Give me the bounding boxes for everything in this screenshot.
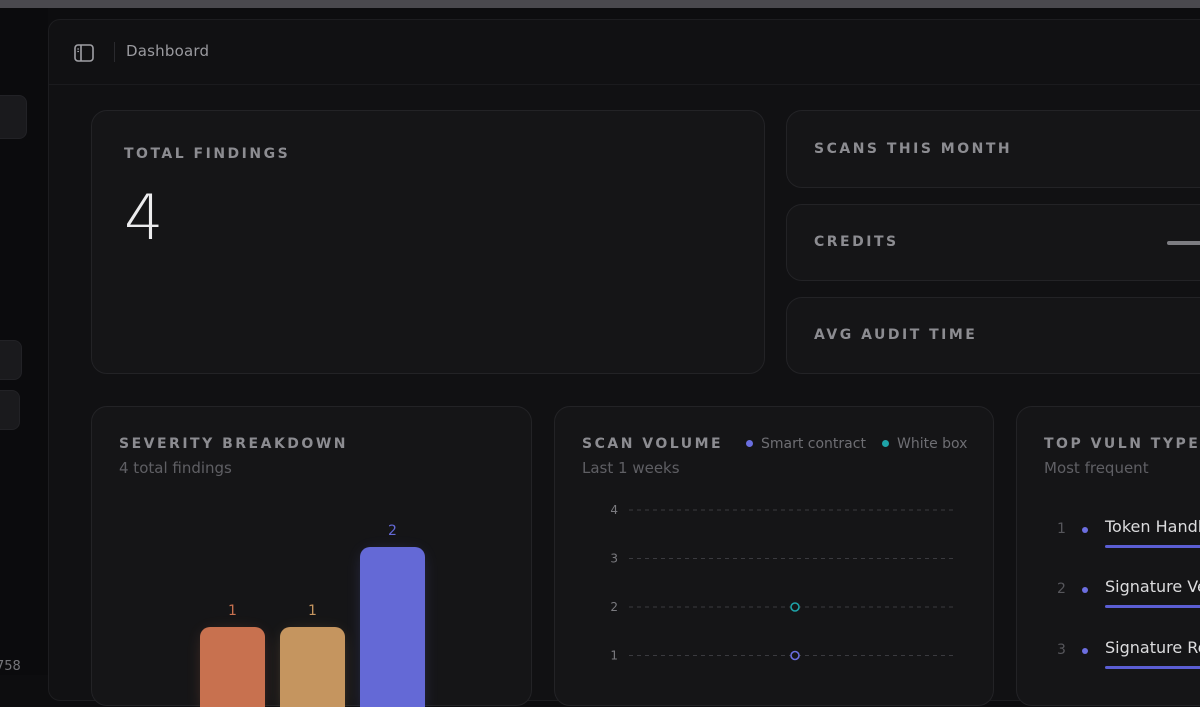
vuln-frequency-bar <box>1105 545 1200 548</box>
header-divider <box>114 42 115 62</box>
scans-this-month-label: SCANS THIS MONTH <box>814 141 1013 157</box>
sidebar-item-active[interactable] <box>0 95 27 139</box>
scans-this-month-card: SCANS THIS MONTH <box>786 110 1200 188</box>
top-vuln-subtitle: Most frequent <box>1044 459 1149 477</box>
severity-bar-chart: 1 1 2 <box>200 523 425 707</box>
avg-audit-time-card: AVG AUDIT TIME <box>786 297 1200 374</box>
avg-audit-time-label: AVG AUDIT TIME <box>814 327 978 343</box>
vuln-frequency-bar <box>1105 605 1200 608</box>
list-item[interactable]: 3 Signature Replay <box>1017 638 1200 678</box>
data-point[interactable] <box>790 602 800 612</box>
total-findings-value: 4 <box>124 181 164 254</box>
list-item[interactable]: 1 Token Handling <box>1017 517 1200 557</box>
bullet-icon <box>1082 648 1088 654</box>
bar-value-label: 1 <box>228 603 237 619</box>
credits-label: CREDITS <box>814 234 899 250</box>
y-tick-label: 2 <box>610 600 618 614</box>
sidebar-footer-text: 758 <box>0 659 21 674</box>
data-point[interactable] <box>790 650 800 661</box>
left-sidebar: 758 <box>0 8 48 675</box>
severity-breakdown-card: SEVERITY BREAKDOWN 4 total findings 112 <box>91 406 532 707</box>
total-findings-card: TOTAL FINDINGS 4 <box>91 110 765 374</box>
vuln-frequency-bar <box>1105 666 1200 669</box>
vuln-name: Signature Replay <box>1105 638 1200 657</box>
vuln-rank: 1 <box>1057 521 1066 537</box>
page-header: Dashboard <box>49 20 1200 85</box>
bar-value-label: 2 <box>388 523 397 539</box>
vuln-name: Token Handling <box>1105 517 1200 536</box>
list-item[interactable]: 2 Signature Verification <box>1017 577 1200 617</box>
severity-bar[interactable] <box>280 627 345 707</box>
total-findings-label: TOTAL FINDINGS <box>124 146 291 162</box>
vuln-rank: 2 <box>1057 581 1066 597</box>
bullet-icon <box>1082 527 1088 533</box>
sidebar-item[interactable] <box>0 390 20 430</box>
credits-bar <box>1167 241 1200 245</box>
severity-bar[interactable] <box>200 627 265 707</box>
y-tick-label: 1 <box>610 649 618 663</box>
y-tick-label: 3 <box>610 552 618 566</box>
top-vuln-title: TOP VULN TYPES <box>1044 436 1200 452</box>
vuln-name: Signature Verification <box>1105 577 1200 596</box>
severity-bar[interactable] <box>360 547 425 707</box>
sidebar-toggle-icon[interactable] <box>73 42 95 64</box>
top-vuln-types-card: TOP VULN TYPES Most frequent 1 Token Han… <box>1016 406 1200 706</box>
page-title: Dashboard <box>126 42 210 60</box>
y-tick-label: 4 <box>610 503 618 517</box>
bar-value-label: 1 <box>308 603 317 619</box>
sidebar-item[interactable] <box>0 340 22 380</box>
credits-card: CREDITS <box>786 204 1200 281</box>
bullet-icon <box>1082 587 1088 593</box>
window-top-strip <box>0 0 1200 8</box>
vuln-rank: 3 <box>1057 642 1066 658</box>
scan-volume-chart: 1 2 3 4 <box>610 503 957 663</box>
scan-volume-card: SCAN VOLUME Last 1 weeks Smart contract … <box>554 406 994 706</box>
